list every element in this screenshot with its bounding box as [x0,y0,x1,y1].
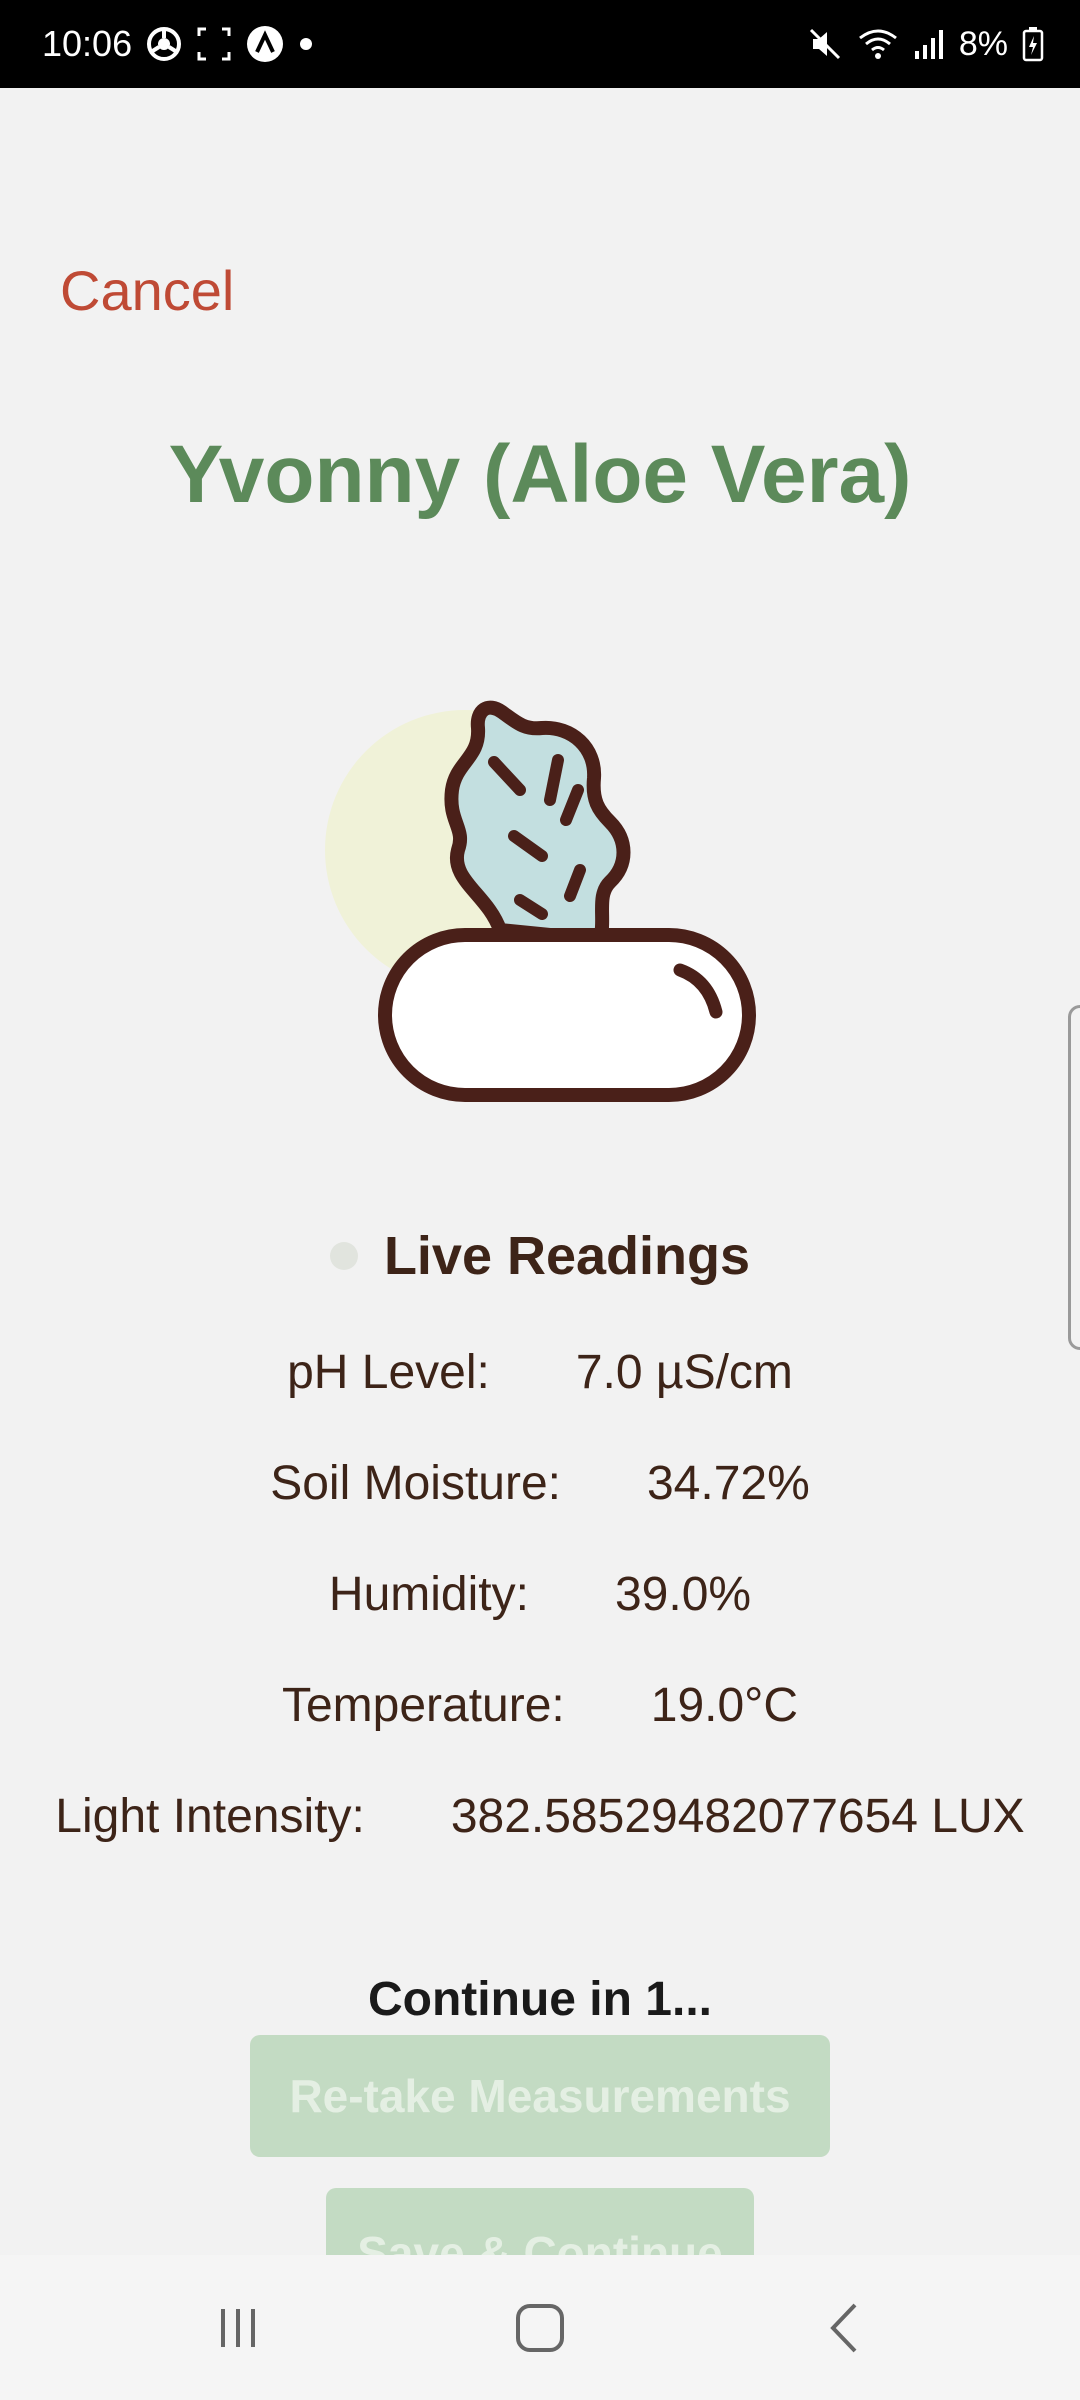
reading-label: Temperature: [281,1679,565,1732]
reading-value: 382.58529482077654 LUX [450,1790,1025,1843]
status-bar: 10:06 8% [0,0,1080,88]
reading-ph: pH Level: 7.0 µS/cm [0,1345,1080,1400]
reading-value: 39.0% [614,1568,752,1621]
chrome-icon [146,26,182,62]
reading-label: Humidity: [328,1568,529,1621]
back-icon [830,2303,857,2352]
home-icon [516,2303,564,2352]
cancel-button[interactable]: Cancel [60,258,234,323]
wifi-icon [857,26,899,62]
status-right: 8% [807,0,1044,88]
signal-icon [913,27,945,61]
reading-label: Soil Moisture: [270,1457,561,1510]
status-time: 10:06 [42,23,133,64]
reading-label: Light Intensity: [55,1790,365,1843]
reading-humidity: Humidity: 39.0% [0,1567,1080,1622]
edge-panel-handle[interactable] [1068,1005,1080,1350]
live-readings-header: Live Readings [0,1225,1080,1287]
app-icon [246,25,284,63]
battery-percent: 8% [958,24,1008,63]
aloe-plant-icon [310,650,780,1110]
reading-value: 7.0 µS/cm [575,1346,793,1399]
recent-apps-button[interactable] [168,2255,308,2400]
reading-value: 34.72% [646,1457,810,1510]
back-button[interactable] [775,2255,915,2400]
reading-light-intensity: Light Intensity: 382.58529482077654 LUX [0,1789,1080,1844]
reading-soil-moisture: Soil Moisture: 34.72% [0,1456,1080,1511]
home-button[interactable] [470,2255,610,2400]
live-indicator-dot [329,1242,358,1270]
page-title: Yvonny (Aloe Vera) [168,429,912,520]
recent-apps-icon [221,2308,255,2347]
reading-label: pH Level: [287,1346,490,1399]
status-left: 10:06 [42,0,314,88]
navigation-bar [0,2255,1080,2400]
reading-temperature: Temperature: 19.0°C [0,1678,1080,1733]
screenshot-icon [196,26,232,62]
mute-icon [807,26,843,62]
battery-icon [1022,26,1044,62]
live-readings-title: Live Readings [383,1226,751,1286]
reading-value: 19.0°C [650,1679,799,1732]
retake-measurements-button[interactable]: Re-take Measurements [250,2035,830,2157]
continue-countdown: Continue in 1... [368,1973,712,2026]
dot-icon [298,36,314,52]
